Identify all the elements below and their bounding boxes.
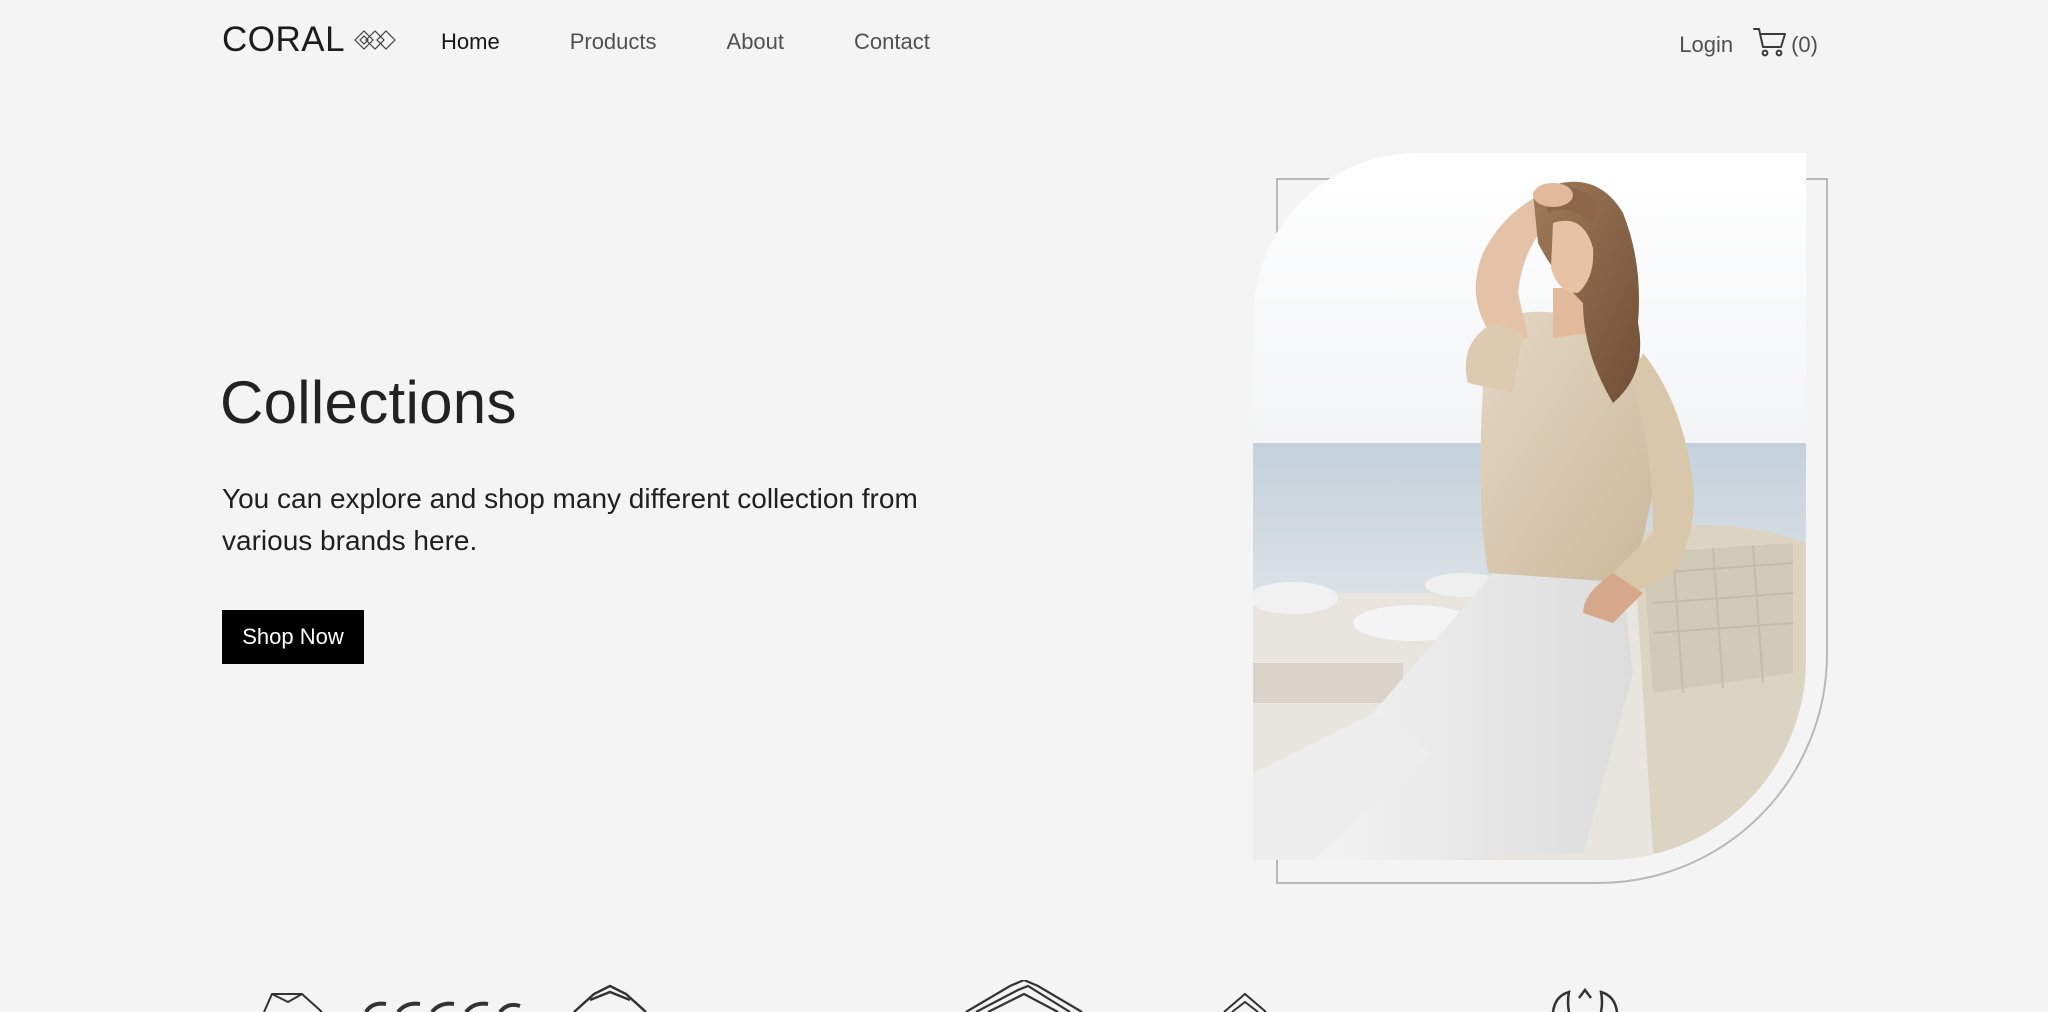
brand-logo-2-icon	[362, 980, 522, 1012]
brand-logo-1-icon	[262, 980, 332, 1012]
nav-products[interactable]: Products	[570, 26, 657, 58]
header-actions: Login (0)	[1679, 26, 1818, 63]
nav-about[interactable]: About	[727, 26, 785, 58]
shop-now-button[interactable]: Shop Now	[222, 610, 364, 664]
brand-logo-6-icon	[1545, 980, 1625, 1012]
brand-logo[interactable]: CORAL	[222, 20, 399, 60]
login-link[interactable]: Login	[1679, 29, 1733, 61]
cart-button[interactable]: (0)	[1753, 26, 1818, 63]
hero-image	[1253, 153, 1806, 860]
cart-icon	[1753, 26, 1787, 63]
brand-name: CORAL	[222, 20, 346, 59]
brand-logo-5-icon	[1220, 980, 1270, 1012]
cart-count: (0)	[1791, 31, 1818, 57]
main-nav: Home Products About Contact	[441, 26, 1000, 58]
nav-home[interactable]: Home	[441, 26, 500, 58]
brand-logos-strip	[0, 980, 2048, 1012]
site-header: CORAL Home Products About Contact Login	[0, 0, 2048, 84]
nav-contact[interactable]: Contact	[854, 26, 930, 58]
brand-logo-3-icon	[570, 980, 650, 1012]
hero-title: Collections	[220, 369, 517, 436]
hero-description: You can explore and shop many different …	[222, 483, 918, 556]
diamond-chain-icon	[353, 29, 399, 51]
brand-logo-4-icon	[962, 980, 1086, 1012]
